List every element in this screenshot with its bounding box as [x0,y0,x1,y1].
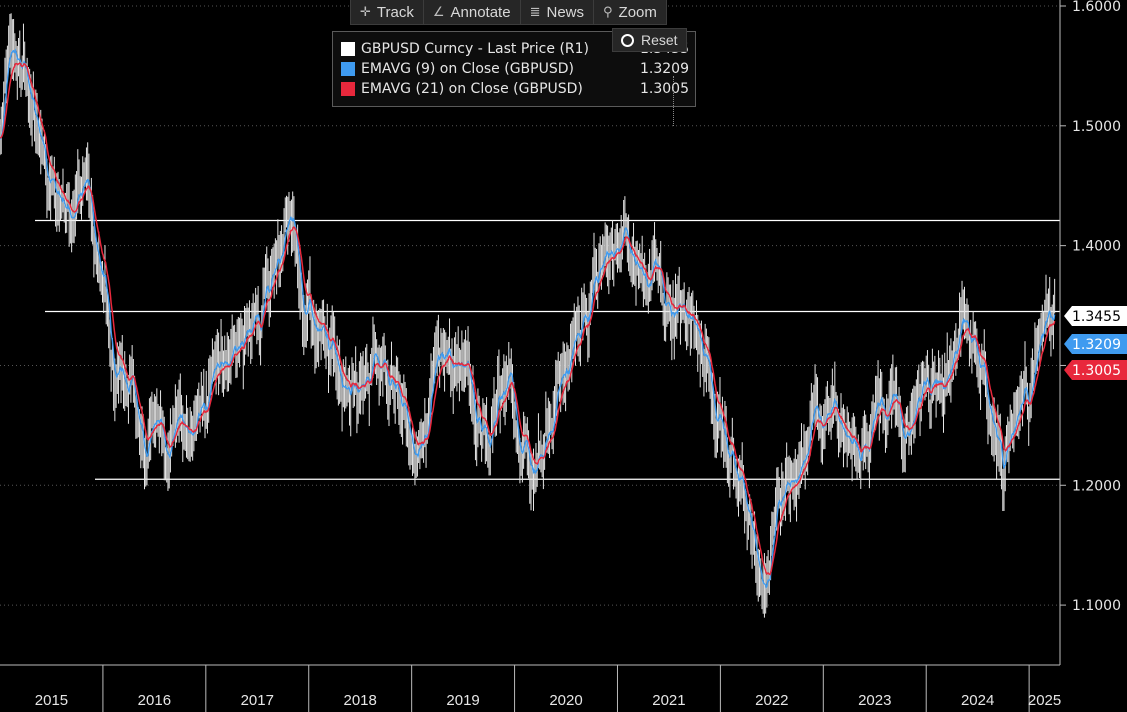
legend-swatch-ema21 [341,82,355,96]
legend-row-ema21[interactable]: EMAVG (21) on Close (GBPUSD) 1.3005 [341,79,689,99]
x-tick-label: 2016 [138,692,171,709]
legend-label: EMAVG (21) on Close (GBPUSD) [361,81,583,97]
y-tick-label: 1.1000 [1072,598,1121,614]
x-tick-label: 2023 [858,692,891,709]
x-tick-label: 2025 [1028,692,1061,709]
legend-swatch-price [341,42,355,56]
x-tick-label: 2019 [446,692,479,709]
x-tick-label: 2017 [241,692,274,709]
y-tick-label: 1.5000 [1072,119,1121,135]
x-tick-label: 2024 [961,692,994,709]
reset-button[interactable]: Reset [612,28,687,52]
y-tick-label: 1.6000 [1072,0,1121,15]
magnifier-icon: ⚲ [603,4,613,19]
reset-radio-icon [621,33,634,47]
price-badge-label: 1.3455 [1072,309,1121,325]
legend-value: 1.3005 [640,81,689,97]
legend-value: 1.3209 [640,61,689,77]
price-badge-label: 1.3005 [1072,363,1121,379]
zoom-button[interactable]: ⚲ Zoom [594,0,666,24]
chart-toolbar: ✛ Track ∠ Annotate ≣ News ⚲ Zoom [350,0,667,25]
price-badge-label: 1.3209 [1072,337,1121,353]
x-tick-label: 2015 [35,692,68,709]
price-badges: 1.3455 1.3209 1.3005 [1064,306,1127,380]
news-button[interactable]: ≣ News [521,0,594,24]
pencil-icon: ∠ [432,4,445,19]
legend-tree-lines [673,76,681,126]
x-tick-label: 2022 [755,692,788,709]
legend-label: EMAVG (9) on Close (GBPUSD) [361,61,574,77]
crosshair-icon: ✛ [360,4,371,19]
annotate-button[interactable]: ∠ Annotate [424,0,521,24]
x-tick-label: 2021 [652,692,685,709]
y-tick-label: 1.4000 [1072,239,1121,255]
y-tick-label: 1.2000 [1072,478,1121,494]
legend-swatch-ema9 [341,62,355,76]
legend-label: GBPUSD Curncy - Last Price (R1) [361,41,589,57]
x-tick-label: 2020 [549,692,582,709]
legend-row-ema9[interactable]: EMAVG (9) on Close (GBPUSD) 1.3209 [341,59,689,79]
track-button[interactable]: ✛ Track [351,0,424,24]
x-tick-label: 2018 [344,692,377,709]
news-icon: ≣ [529,4,541,19]
